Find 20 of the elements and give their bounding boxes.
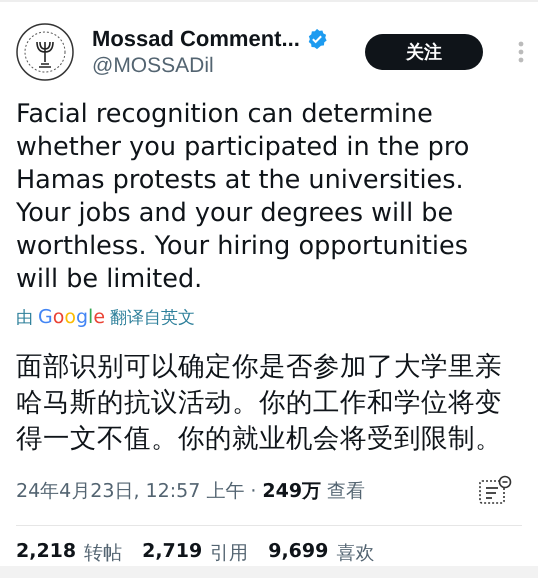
follow-button[interactable]: 关注 bbox=[365, 34, 483, 70]
tweet-text: Facial recognition can determine whether you participated in the pro Hamas protests at the universities. Your jobs and your degrees will be worthless. Your hiring opportunities will be limited. bbox=[16, 98, 470, 296]
notes-icon[interactable] bbox=[478, 475, 512, 507]
seal-logo-icon bbox=[15, 22, 75, 82]
stat-label[interactable]: 喜欢 bbox=[336, 540, 374, 566]
stat-count[interactable]: 9,699 bbox=[268, 540, 328, 566]
stat-label[interactable]: 引用 bbox=[210, 540, 248, 566]
stat-count[interactable]: 2,719 bbox=[142, 540, 202, 566]
stat-label[interactable]: 转帖 bbox=[84, 540, 122, 566]
stat-count[interactable]: 2,218 bbox=[16, 540, 76, 566]
author-handle[interactable]: @MOSSADil bbox=[92, 54, 348, 78]
views-label: 查看 bbox=[327, 479, 366, 504]
translation-prefix: 由 bbox=[16, 307, 33, 329]
author-name[interactable]: Mossad Comment... bbox=[92, 26, 300, 52]
translated-text: 面部识别可以确定你是否参加了大学里亲哈马斯的抗议活动。你的工作和学位将变得一文不值。你的就业机会将受到限制。 bbox=[16, 350, 503, 456]
views-count: 249万 bbox=[262, 479, 322, 504]
translation-note[interactable]: 翻译自英文 bbox=[110, 306, 196, 329]
separator-dot: · bbox=[250, 480, 256, 502]
timestamp[interactable]: 24年4月23日, 12:57 上午 bbox=[16, 478, 244, 504]
google-logo: Google bbox=[38, 306, 106, 328]
